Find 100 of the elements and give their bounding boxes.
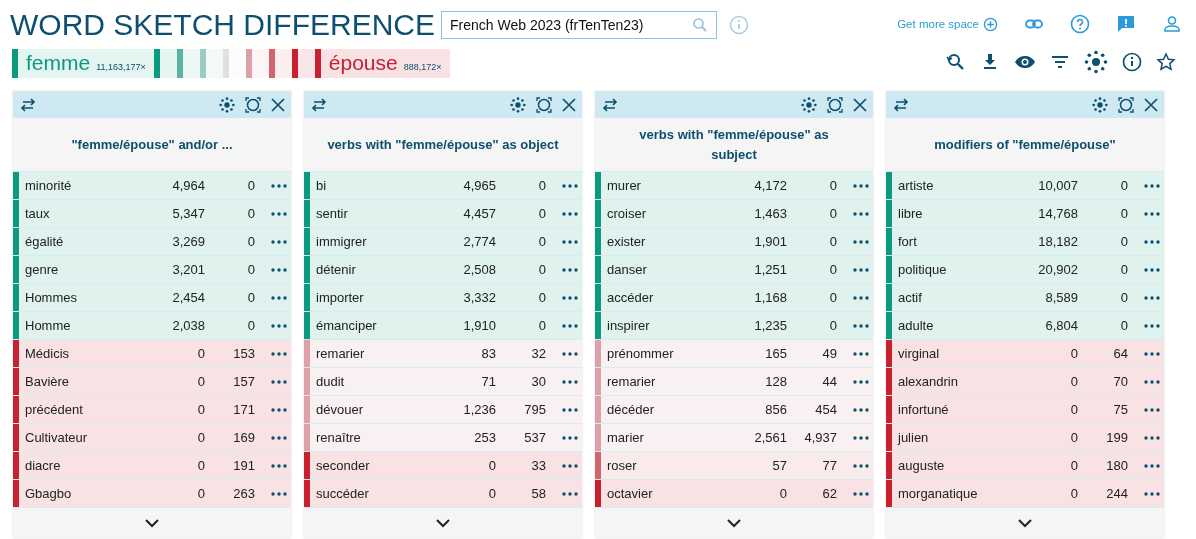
more-icon[interactable]	[562, 211, 578, 216]
swap-icon[interactable]	[892, 97, 910, 112]
more-icon[interactable]	[853, 267, 869, 272]
result-row[interactable]: murer 4,172 0	[595, 172, 873, 200]
result-row[interactable]: auguste 0 180	[886, 452, 1164, 480]
result-row[interactable]: importer 3,332 0	[304, 284, 582, 312]
result-row[interactable]: octavier 0 62	[595, 480, 873, 508]
more-icon[interactable]	[271, 435, 287, 440]
result-row[interactable]: Gbagbo 0 263	[13, 480, 291, 508]
chevron-down-icon[interactable]	[727, 518, 741, 528]
result-row[interactable]: Bavière 0 157	[13, 368, 291, 396]
result-row[interactable]: alexandrin 0 70	[886, 368, 1164, 396]
more-icon[interactable]	[853, 295, 869, 300]
more-icon[interactable]	[853, 491, 869, 496]
result-row[interactable]: croiser 1,463 0	[595, 200, 873, 228]
result-row[interactable]: succéder 0 58	[304, 480, 582, 508]
cluster-icon[interactable]	[1092, 96, 1108, 113]
close-icon[interactable]	[271, 97, 285, 112]
more-icon[interactable]	[562, 351, 578, 356]
more-icon[interactable]	[562, 491, 578, 496]
more-icon[interactable]	[853, 435, 869, 440]
more-icon[interactable]	[1144, 491, 1160, 496]
more-icon[interactable]	[1144, 267, 1160, 272]
more-icon[interactable]	[562, 295, 578, 300]
result-row[interactable]: Hommes 2,454 0	[13, 284, 291, 312]
result-row[interactable]: exister 1,901 0	[595, 228, 873, 256]
more-icon[interactable]	[271, 211, 287, 216]
more-icon[interactable]	[853, 183, 869, 188]
info-icon[interactable]	[1122, 52, 1142, 72]
more-icon[interactable]	[1144, 351, 1160, 356]
more-icon[interactable]	[562, 267, 578, 272]
result-row[interactable]: fort 18,182 0	[886, 228, 1164, 256]
swap-icon[interactable]	[310, 97, 328, 112]
result-row[interactable]: Médicis 0 153	[13, 340, 291, 368]
more-icon[interactable]	[1144, 323, 1160, 328]
more-icon[interactable]	[562, 435, 578, 440]
result-row[interactable]: bi 4,965 0	[304, 172, 582, 200]
more-icon[interactable]	[1144, 407, 1160, 412]
result-row[interactable]: égalité 3,269 0	[13, 228, 291, 256]
more-icon[interactable]	[562, 407, 578, 412]
result-row[interactable]: Homme 2,038 0	[13, 312, 291, 340]
result-row[interactable]: sentir 4,457 0	[304, 200, 582, 228]
expand-icon[interactable]	[536, 96, 552, 113]
chevron-down-icon[interactable]	[145, 518, 159, 528]
feedback-icon[interactable]	[1116, 14, 1136, 34]
zoom-reset-icon[interactable]	[946, 52, 966, 72]
result-row[interactable]: genre 3,201 0	[13, 256, 291, 284]
result-row[interactable]: roser 57 77	[595, 452, 873, 480]
more-icon[interactable]	[271, 491, 287, 496]
more-icon[interactable]	[853, 463, 869, 468]
result-row[interactable]: virginal 0 64	[886, 340, 1164, 368]
more-icon[interactable]	[271, 239, 287, 244]
more-icon[interactable]	[271, 351, 287, 356]
more-icon[interactable]	[562, 239, 578, 244]
more-icon[interactable]	[853, 407, 869, 412]
chevron-down-icon[interactable]	[1018, 518, 1032, 528]
corpus-field[interactable]: French Web 2023 (frTenTen23)	[441, 11, 717, 39]
result-row[interactable]: renaître 253 537	[304, 424, 582, 452]
result-row[interactable]: prénommer 165 49	[595, 340, 873, 368]
result-row[interactable]: dévouer 1,236 795	[304, 396, 582, 424]
more-icon[interactable]	[562, 183, 578, 188]
cluster-icon[interactable]	[801, 96, 817, 113]
result-row[interactable]: infortuné 0 75	[886, 396, 1164, 424]
result-row[interactable]: actif 8,589 0	[886, 284, 1164, 312]
result-row[interactable]: politique 20,902 0	[886, 256, 1164, 284]
result-row[interactable]: accéder 1,168 0	[595, 284, 873, 312]
user-icon[interactable]	[1162, 14, 1182, 34]
result-row[interactable]: diacre 0 191	[13, 452, 291, 480]
cluster-icon[interactable]	[219, 96, 235, 113]
result-row[interactable]: julien 0 199	[886, 424, 1164, 452]
more-icon[interactable]	[1144, 183, 1160, 188]
more-icon[interactable]	[271, 379, 287, 384]
result-row[interactable]: marier 2,561 4,937	[595, 424, 873, 452]
close-icon[interactable]	[1144, 97, 1158, 112]
expand-icon[interactable]	[827, 96, 843, 113]
result-row[interactable]: libre 14,768 0	[886, 200, 1164, 228]
more-icon[interactable]	[1144, 295, 1160, 300]
result-row[interactable]: artiste 10,007 0	[886, 172, 1164, 200]
close-icon[interactable]	[562, 97, 576, 112]
result-row[interactable]: détenir 2,508 0	[304, 256, 582, 284]
more-icon[interactable]	[1144, 211, 1160, 216]
more-icon[interactable]	[562, 379, 578, 384]
swap-icon[interactable]	[601, 97, 619, 112]
result-row[interactable]: précédent 0 171	[13, 396, 291, 424]
result-row[interactable]: seconder 0 33	[304, 452, 582, 480]
expand-icon[interactable]	[1118, 96, 1134, 113]
result-row[interactable]: décéder 856 454	[595, 396, 873, 424]
more-icon[interactable]	[853, 239, 869, 244]
more-icon[interactable]	[1144, 239, 1160, 244]
more-icon[interactable]	[562, 463, 578, 468]
more-icon[interactable]	[271, 323, 287, 328]
more-icon[interactable]	[1144, 435, 1160, 440]
more-icon[interactable]	[853, 211, 869, 216]
result-row[interactable]: émanciper 1,910 0	[304, 312, 582, 340]
more-icon[interactable]	[853, 351, 869, 356]
more-icon[interactable]	[1144, 463, 1160, 468]
result-row[interactable]: danser 1,251 0	[595, 256, 873, 284]
result-row[interactable]: remarier 128 44	[595, 368, 873, 396]
result-row[interactable]: inspirer 1,235 0	[595, 312, 873, 340]
result-row[interactable]: adulte 6,804 0	[886, 312, 1164, 340]
